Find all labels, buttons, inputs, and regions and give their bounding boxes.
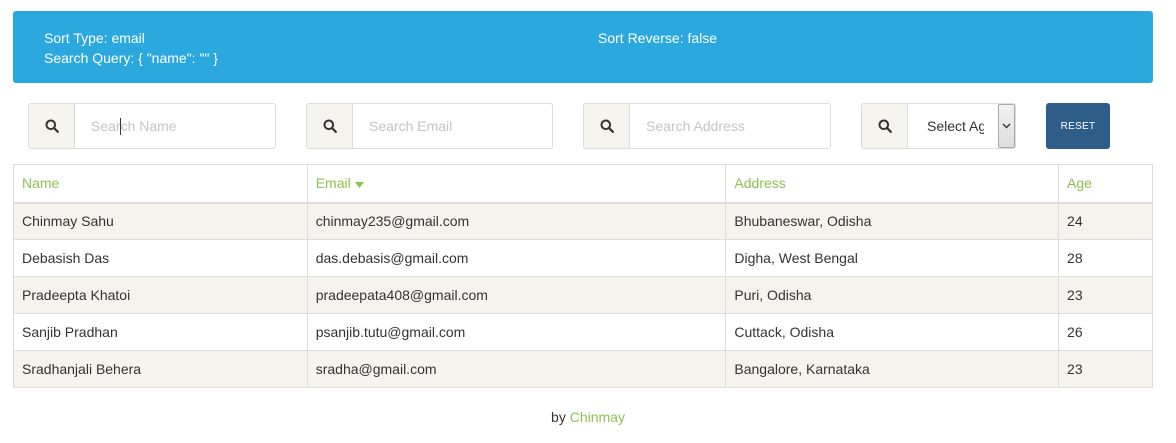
sort-type-text: Sort Type: email — [44, 30, 145, 46]
footer-by-text: by — [551, 409, 566, 425]
table-row: Pradeepta Khatoi pradeepata408@gmail.com… — [13, 276, 1153, 314]
table-row: Debasish Das das.debasis@gmail.com Digha… — [13, 239, 1153, 277]
name-cell: Debasish Das — [13, 239, 308, 277]
search-icon — [584, 104, 630, 148]
sort-reverse-text: Sort Reverse: false — [598, 30, 718, 46]
age-filter-group: Select Age — [861, 103, 1016, 149]
search-icon — [307, 104, 353, 148]
author-link[interactable]: Chinmay — [570, 409, 625, 425]
search-address-input[interactable] — [630, 104, 830, 148]
name-cell: Sanjib Pradhan — [13, 313, 308, 351]
age-select-value: Select Age — [927, 118, 984, 134]
address-filter-group — [583, 103, 831, 149]
search-icon — [29, 104, 75, 148]
email-cell: das.debasis@gmail.com — [306, 239, 727, 277]
email-cell: pradeepata408@gmail.com — [306, 276, 727, 314]
age-column-header[interactable]: Age — [1058, 164, 1153, 204]
email-cell: chinmay235@gmail.com — [306, 202, 727, 240]
address-cell: Bhubaneswar, Odisha — [725, 202, 1060, 240]
address-cell: Cuttack, Odisha — [725, 313, 1060, 351]
caret-down-icon — [354, 181, 364, 188]
search-icon — [862, 104, 908, 148]
email-cell: sradha@gmail.com — [306, 350, 727, 388]
table-row: Sradhanjali Behera sradha@gmail.com Bang… — [13, 350, 1153, 388]
name-column-header[interactable]: Name — [13, 164, 308, 204]
sort-info-panel: Sort Type: email Search Query: { "name":… — [13, 11, 1153, 83]
age-select[interactable]: Select Age — [908, 104, 1015, 148]
text-cursor — [120, 118, 121, 135]
age-cell: 24 — [1058, 202, 1153, 240]
users-table: Name Email Address Age Chinmay Sahu chin… — [13, 164, 1153, 388]
email-filter-group — [306, 103, 553, 149]
address-cell: Bangalore, Karnataka — [725, 350, 1060, 388]
age-cell: 28 — [1058, 239, 1153, 277]
age-cell: 23 — [1058, 350, 1153, 388]
table-row: Chinmay Sahu chinmay235@gmail.com Bhuban… — [13, 202, 1153, 240]
search-query-text: Search Query: { "name": "" } — [44, 50, 218, 66]
email-column-header[interactable]: Email — [306, 164, 727, 204]
name-cell: Sradhanjali Behera — [13, 350, 308, 388]
chevron-down-icon[interactable] — [998, 104, 1015, 148]
name-cell: Pradeepta Khatoi — [13, 276, 308, 314]
address-cell: Digha, West Bengal — [725, 239, 1060, 277]
address-column-header[interactable]: Address — [725, 164, 1060, 204]
search-email-input[interactable] — [353, 104, 552, 148]
name-cell: Chinmay Sahu — [13, 202, 308, 240]
email-cell: psanjib.tutu@gmail.com — [306, 313, 727, 351]
table-header-row: Name Email Address Age — [13, 164, 1153, 204]
age-cell: 26 — [1058, 313, 1153, 351]
footer-credit: by Chinmay — [0, 409, 1176, 425]
search-name-input[interactable] — [75, 104, 275, 148]
table-row: Sanjib Pradhan psanjib.tutu@gmail.com Cu… — [13, 313, 1153, 351]
address-cell: Puri, Odisha — [725, 276, 1060, 314]
age-cell: 23 — [1058, 276, 1153, 314]
reset-button[interactable]: RESET — [1046, 103, 1110, 149]
name-filter-group — [28, 103, 276, 149]
